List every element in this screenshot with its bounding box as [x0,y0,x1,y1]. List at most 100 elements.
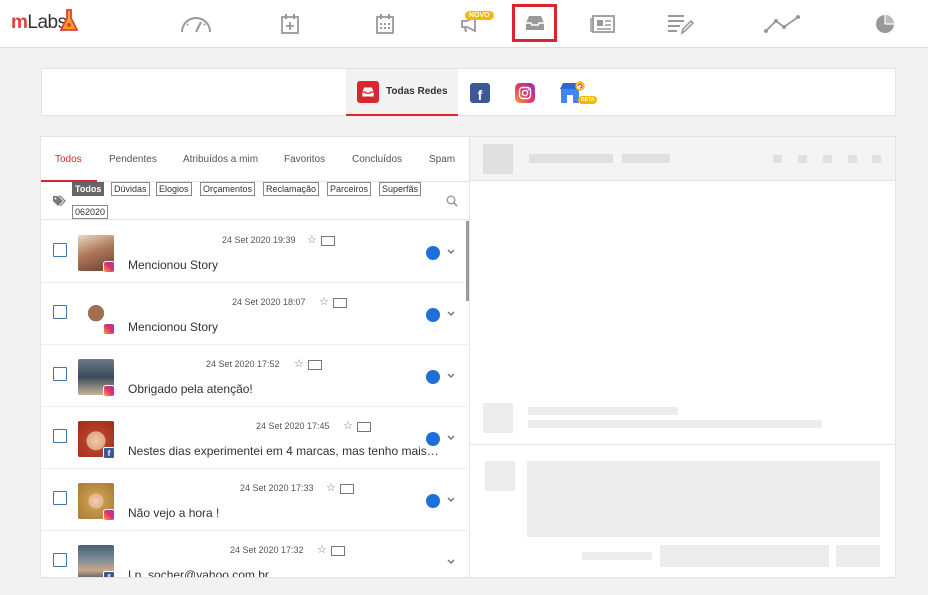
avatar-placeholder [483,144,513,174]
inbox-icon [357,80,379,103]
filter-chip[interactable]: Todos [72,182,105,196]
instagram-icon [103,323,115,335]
message-row[interactable]: 24 Set 2020 17:52 ☆ Obrigado pela atençã… [41,345,467,407]
star-icon[interactable]: ☆ [343,419,353,432]
message-text: Lp_socher@yahoo.com.br [128,568,269,578]
tab-concluidos[interactable]: Concluídos [352,154,402,165]
contact-card-icon[interactable] [340,484,354,494]
select-checkbox[interactable] [53,491,67,505]
action-placeholder [773,155,782,163]
conversation-detail-panel [470,136,896,578]
facebook-icon: f [103,571,115,577]
message-row[interactable]: f 24 Set 2020 17:32 ☆ Lp_socher@yahoo.co… [41,531,467,578]
message-time: 24 Set 2020 18:07 [232,297,306,307]
filter-chip[interactable]: 062020 [72,205,109,219]
info-placeholder [622,154,670,163]
filter-chip[interactable]: Orçamentos [200,182,256,196]
line-chart-icon[interactable] [760,8,804,40]
chevron-down-icon[interactable] [446,555,456,569]
message-text: Mencionou Story [128,258,219,272]
name-placeholder [529,154,613,163]
message-row[interactable]: 24 Set 2020 18:07 ☆ Mencionou Story [41,283,467,345]
action-placeholder [872,155,881,163]
star-icon[interactable]: ☆ [319,295,329,308]
select-checkbox[interactable] [53,305,67,319]
tab-facebook[interactable]: f [470,69,490,116]
flask-icon [59,9,79,31]
beta-badge: BETA [578,96,598,104]
facebook-icon: f [103,447,115,459]
chevron-down-icon[interactable] [446,307,456,321]
mlabs-logo[interactable]: mLabs [11,9,79,34]
action-placeholder [823,155,832,163]
chevron-down-icon[interactable] [446,369,456,383]
select-checkbox[interactable] [53,553,67,567]
select-checkbox[interactable] [53,243,67,257]
text-placeholder [528,420,822,428]
message-row[interactable]: 24 Set 2020 17:33 ☆ Não vejo a hora ! [41,469,467,531]
tab-pendentes[interactable]: Pendentes [109,154,157,165]
message-text: Mencionou Story [128,320,219,334]
tab-all-networks[interactable]: Todas Redes [346,69,458,116]
tab-favoritos[interactable]: Favoritos [284,154,325,165]
action-placeholder [798,155,807,163]
avatar-placeholder [485,461,515,491]
contact-card-icon[interactable] [333,298,347,308]
dashboard-speedometer-icon[interactable] [176,8,216,40]
select-checkbox[interactable] [53,429,67,443]
tab-google-my-business[interactable] [559,69,585,116]
filter-chip[interactable]: Parceiros [327,182,372,196]
message-text: Não vejo a hora ! [128,506,220,520]
unread-indicator [426,494,440,508]
calendar-icon[interactable] [365,8,405,40]
chevron-down-icon[interactable] [446,493,456,507]
instagram-icon [103,509,115,521]
action-placeholder [848,155,857,163]
message-time: 24 Set 2020 17:33 [240,483,314,493]
filter-chip[interactable]: Elogios [156,182,192,196]
newspaper-icon[interactable] [583,8,623,40]
filter-chip[interactable]: Superfãs [379,182,422,196]
contact-card-icon[interactable] [357,422,371,432]
calendar-plus-icon[interactable] [270,8,310,40]
network-selector-bar: Todas Redes f BETA [41,68,896,116]
inbox-icon[interactable] [512,4,557,42]
message-time: 24 Set 2020 17:32 [230,545,304,555]
star-icon[interactable]: ☆ [326,481,336,494]
tab-todos[interactable]: Todos [55,154,82,165]
button-placeholder [660,545,829,567]
tab-spam[interactable]: Spam [429,154,455,165]
chevron-down-icon[interactable] [446,431,456,445]
instagram-icon [515,82,535,103]
checklist-edit-icon[interactable] [660,8,700,40]
top-navigation-bar: mLabs NOVO [0,0,928,48]
star-icon[interactable]: ☆ [317,543,327,556]
tab-atribuidos[interactable]: Atribuídos a mim [183,154,258,165]
contact-card-icon[interactable] [321,236,335,246]
message-row[interactable]: 24 Set 2020 19:39 ☆ Mencionou Story [41,221,467,283]
text-placeholder [582,552,652,560]
star-icon[interactable]: ☆ [294,357,304,370]
message-row[interactable]: f 24 Set 2020 17:45 ☆ Nestes dias experi… [41,407,467,469]
tags-icon [53,195,66,207]
novo-badge: NOVO [465,11,494,20]
search-icon[interactable] [446,195,458,207]
all-networks-label: Todas Redes [386,86,448,97]
unread-indicator [426,308,440,322]
message-time: 24 Set 2020 19:39 [222,235,296,245]
filter-chip[interactable]: Reclamação [263,182,320,196]
chevron-down-icon[interactable] [446,245,456,259]
select-checkbox[interactable] [53,367,67,381]
facebook-icon: f [470,82,490,103]
pie-chart-icon[interactable] [865,8,905,40]
divider [470,444,895,445]
contact-card-icon[interactable] [308,360,322,370]
unread-indicator [426,432,440,446]
star-icon[interactable]: ☆ [307,233,317,246]
contact-card-icon[interactable] [331,546,345,556]
filter-chip[interactable]: Dúvidas [111,182,150,196]
button-placeholder [836,545,880,567]
tab-instagram[interactable] [515,69,535,116]
unread-indicator [426,370,440,384]
message-time: 24 Set 2020 17:45 [256,421,330,431]
